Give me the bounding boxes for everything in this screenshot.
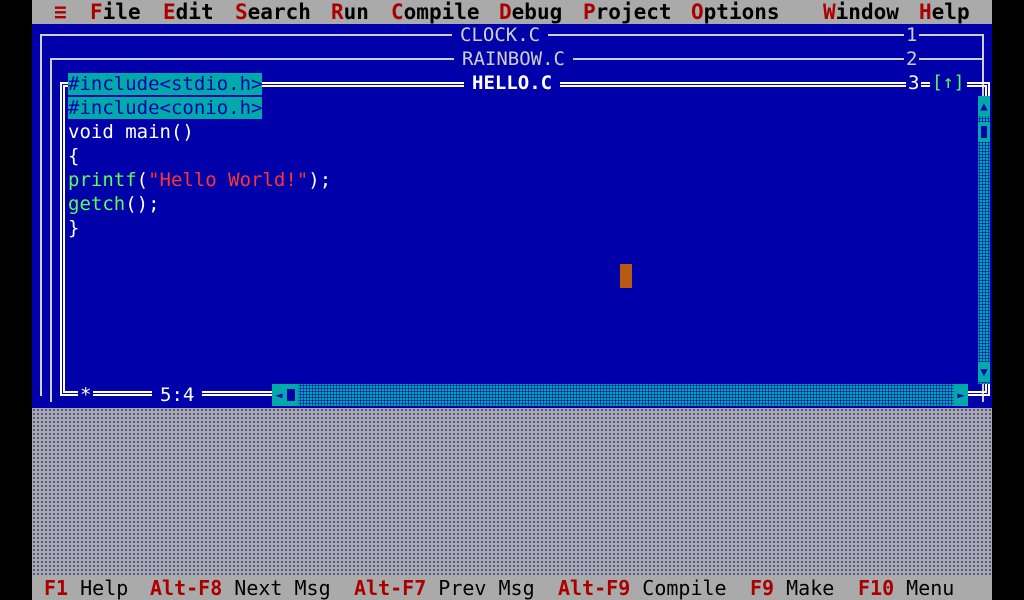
menu-compile[interactable]: Compile	[391, 0, 480, 24]
menu-bar: ≡ File Edit Search Run Compile Debug Pro…	[32, 0, 992, 24]
vertical-scroll-thumb[interactable]	[978, 122, 990, 142]
menu-edit[interactable]: Edit	[163, 0, 214, 24]
turbo-c-screen: ≡ File Edit Search Run Compile Debug Pro…	[32, 0, 992, 600]
window-number-clock: 1	[904, 24, 920, 46]
status-help[interactable]: F1 Help	[44, 576, 128, 600]
text-cursor	[620, 264, 632, 288]
menu-help[interactable]: Help	[919, 0, 970, 24]
status-menu[interactable]: F10 Menu	[858, 576, 954, 600]
scroll-up-arrow-icon[interactable]: ▲	[978, 96, 990, 116]
horizontal-scrollbar[interactable]	[272, 384, 968, 406]
code-editor[interactable]: #include<stdio.h> #include<conio.h> void…	[68, 72, 331, 240]
menu-options[interactable]: Options	[691, 0, 780, 24]
status-next-msg[interactable]: Alt-F8 Next Msg	[150, 576, 331, 600]
menu-search[interactable]: Search	[235, 0, 311, 24]
scroll-down-arrow-icon[interactable]: ▼	[978, 362, 990, 382]
cursor-position: 5:4	[152, 383, 203, 407]
menu-debug[interactable]: Debug	[499, 0, 562, 24]
window-title-rainbow[interactable]: RAINBOW.C	[454, 48, 573, 70]
code-line: #include<stdio.h>	[68, 73, 263, 95]
window-number-hello: 3	[906, 72, 922, 94]
menu-run[interactable]: Run	[331, 0, 369, 24]
status-make[interactable]: F9 Make	[750, 576, 834, 600]
code-line: #include<conio.h>	[68, 97, 263, 119]
horizontal-scroll-thumb[interactable]	[284, 384, 298, 406]
code-line-getch: getch();	[68, 193, 160, 215]
menu-project[interactable]: Project	[583, 0, 672, 24]
status-bar: F1 Help Alt-F8 Next Msg Alt-F7 Prev Msg …	[32, 576, 992, 600]
menu-file[interactable]: File	[90, 0, 141, 24]
menu-window[interactable]: Window	[823, 0, 899, 24]
modified-indicator: *	[78, 383, 94, 407]
status-compile[interactable]: Alt-F9 Compile	[558, 576, 727, 600]
code-line: {	[68, 145, 80, 167]
window-title-clock[interactable]: CLOCK.C	[452, 24, 549, 46]
status-prev-msg[interactable]: Alt-F7 Prev Msg	[354, 576, 535, 600]
zoom-window-button[interactable]: [↑]	[930, 72, 967, 94]
scroll-right-arrow-icon[interactable]: ►	[954, 384, 968, 406]
code-line: void main()	[68, 121, 194, 143]
system-menu-icon[interactable]: ≡	[54, 0, 67, 24]
code-line: }	[68, 217, 80, 239]
window-number-rainbow: 2	[904, 48, 920, 70]
code-line-printf: printf("Hello World!");	[68, 169, 332, 191]
window-title-hello: HELLO.C	[464, 72, 561, 94]
